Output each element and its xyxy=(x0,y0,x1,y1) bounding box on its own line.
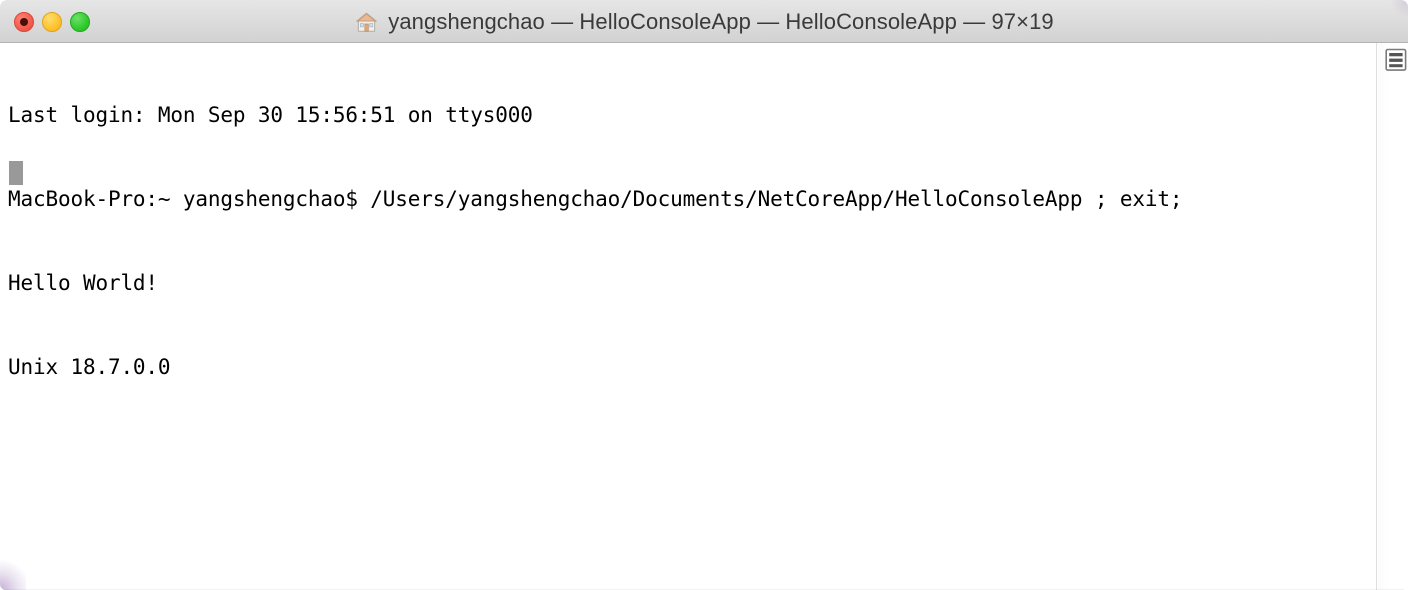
terminal-line-3: Hello World! xyxy=(8,271,158,295)
close-window-button[interactable] xyxy=(14,12,34,32)
window-title-text: yangshengchao — HelloConsoleApp — HelloC… xyxy=(388,8,1054,34)
minimize-window-button[interactable] xyxy=(42,12,62,32)
terminal-output: Last login: Mon Sep 30 15:56:51 on ttys0… xyxy=(8,45,1368,437)
terminal-cursor xyxy=(9,161,23,185)
traffic-light-buttons xyxy=(14,12,90,32)
terminal-line-2: MacBook-Pro:~ yangshengchao$ /Users/yang… xyxy=(8,187,1183,211)
terminal-content-area[interactable]: Last login: Mon Sep 30 15:56:51 on ttys0… xyxy=(0,43,1408,590)
terminal-scrollbar[interactable] xyxy=(1376,43,1408,590)
lines-marker-icon[interactable] xyxy=(1385,48,1407,72)
home-folder-icon xyxy=(354,10,379,35)
window-title-bar[interactable]: yangshengchao — HelloConsoleApp — HelloC… xyxy=(0,0,1408,43)
terminal-window: yangshengchao — HelloConsoleApp — HelloC… xyxy=(0,0,1408,590)
terminal-line-1: Last login: Mon Sep 30 15:56:51 on ttys0… xyxy=(8,103,533,127)
zoom-window-button[interactable] xyxy=(70,12,90,32)
terminal-line-4: Unix 18.7.0.0 xyxy=(8,355,171,379)
window-title-group: yangshengchao — HelloConsoleApp — HelloC… xyxy=(0,0,1408,43)
scrollbar-track[interactable] xyxy=(1378,43,1408,590)
